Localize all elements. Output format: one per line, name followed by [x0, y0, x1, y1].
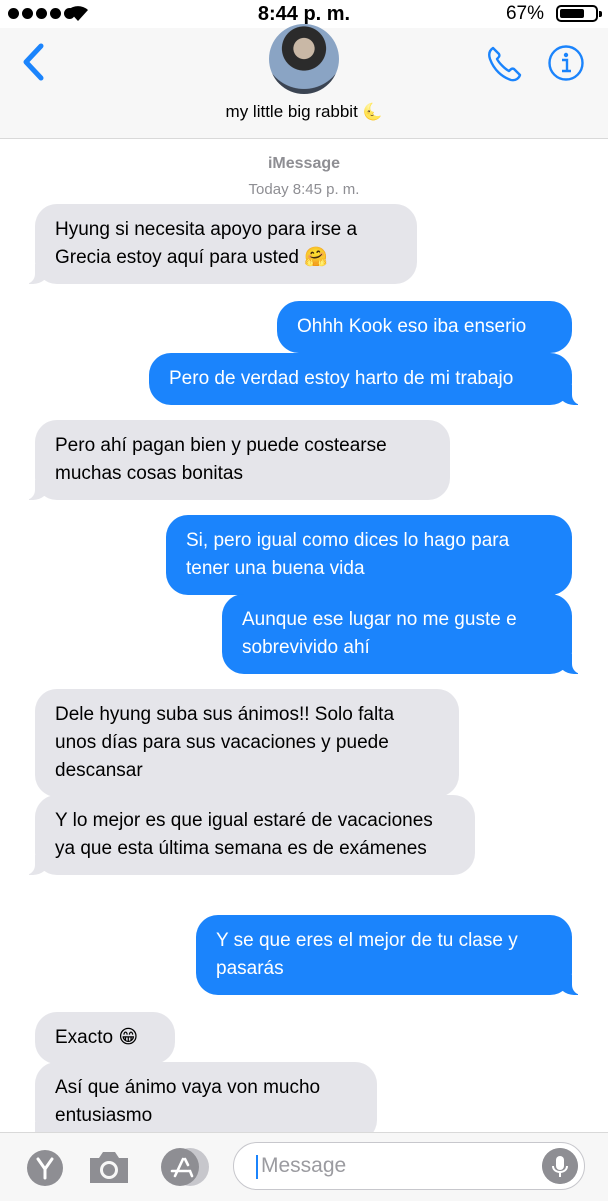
message-placeholder: Message: [261, 1154, 347, 1177]
contact-avatar[interactable]: [269, 24, 339, 94]
message-text: Si, pero igual como dices lo hago para t…: [186, 530, 510, 579]
contact-name-row[interactable]: my little big rabbit 🌜: [0, 102, 608, 122]
message-text: Exacto 😁: [55, 1027, 139, 1048]
battery-percent: 67%: [505, 3, 544, 24]
message-bubble-received[interactable]: Y lo mejor es que igual estaré de vacaci…: [25, 795, 475, 875]
message-bubble-sent[interactable]: Y se que eres el mejor de tu clase y pas…: [196, 915, 582, 995]
message-text: Aunque ese lugar no me guste e sobrevivi…: [242, 609, 517, 658]
text-caret: [256, 1155, 258, 1179]
message-text: Y lo mejor es que igual estaré de vacaci…: [55, 810, 433, 859]
message-bubble-received[interactable]: Dele hyung suba sus ánimos!! Solo falta …: [35, 689, 459, 797]
message-text: Y se que eres el mejor de tu clase y pas…: [216, 930, 518, 979]
message-bubble-received[interactable]: Exacto 😁: [35, 1012, 175, 1064]
back-chevron-icon[interactable]: [20, 42, 46, 82]
message-bubble-received[interactable]: Así que ánimo vaya von mucho entusiasmo: [25, 1062, 377, 1142]
service-label: iMessage: [267, 155, 341, 172]
avatar-app-icon[interactable]: [26, 1149, 64, 1187]
app-store-icon[interactable]: [160, 1147, 210, 1187]
info-icon[interactable]: [547, 44, 585, 82]
message-text: Pero ahí pagan bien y puede costearse mu…: [55, 435, 387, 484]
message-input[interactable]: Message: [233, 1142, 585, 1190]
conversation-header: my little big rabbit 🌜: [0, 24, 608, 139]
microphone-icon[interactable]: [542, 1148, 578, 1184]
message-bubble-received[interactable]: Hyung si necesita apoyo para irse a Grec…: [25, 204, 417, 284]
message-bubble-sent[interactable]: Aunque ese lugar no me guste e sobrevivi…: [222, 594, 582, 674]
message-bubble-sent[interactable]: Pero de verdad estoy harto de mi trabajo: [149, 353, 582, 405]
message-text: Así que ánimo vaya von mucho entusiasmo: [55, 1077, 321, 1126]
message-timestamp: Today 8:45 p. m.: [248, 181, 360, 198]
message-text: Pero de verdad estoy harto de mi trabajo: [169, 368, 514, 389]
contact-name: my little big rabbit: [225, 102, 358, 121]
message-bubble-sent[interactable]: Si, pero igual como dices lo hago para t…: [166, 515, 572, 595]
phone-icon[interactable]: [484, 44, 524, 84]
message-text: Dele hyung suba sus ánimos!! Solo falta …: [55, 704, 395, 781]
message-text: Hyung si necesita apoyo para irse a Grec…: [55, 219, 358, 268]
message-bubble-sent[interactable]: Ohhh Kook eso iba enserio: [277, 301, 572, 353]
message-text: Ohhh Kook eso iba enserio: [297, 316, 527, 337]
camera-icon[interactable]: [87, 1148, 131, 1186]
input-bar: Message: [0, 1132, 608, 1201]
contact-emoji: 🌜: [362, 104, 383, 121]
message-bubble-received[interactable]: Pero ahí pagan bien y puede costearse mu…: [25, 420, 450, 500]
battery-icon: [556, 5, 602, 22]
